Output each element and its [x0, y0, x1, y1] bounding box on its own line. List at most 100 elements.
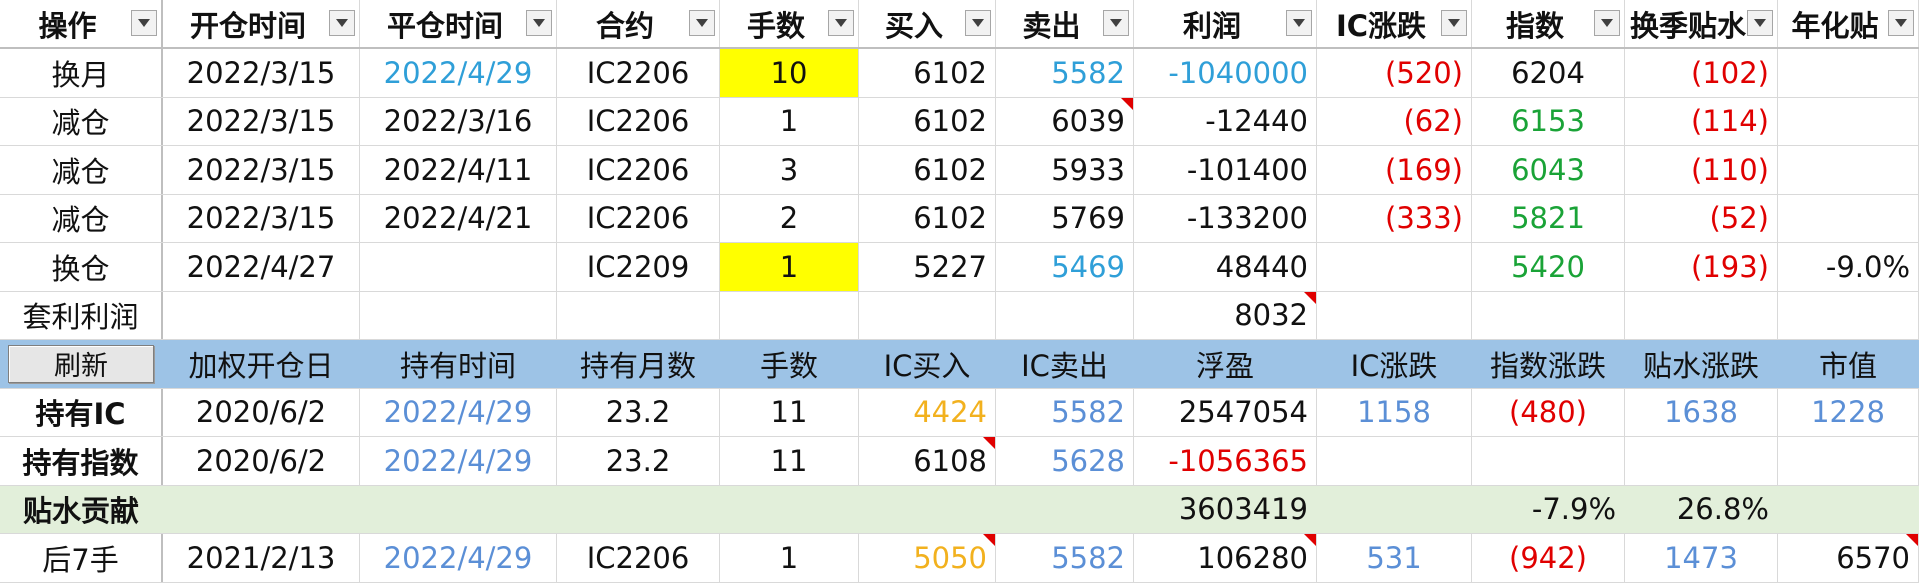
contribution-discount-pct[interactable]: 26.8% — [1625, 485, 1778, 533]
cell-value[interactable]: 1228 — [1778, 388, 1919, 436]
cell-close[interactable]: 2022/4/29 — [360, 534, 557, 582]
cell-profit[interactable]: -133200 — [1134, 194, 1317, 242]
cell-label[interactable]: 后7手 — [0, 534, 163, 582]
refresh-button[interactable]: 刷新 — [8, 344, 154, 383]
comment-indicator-icon[interactable] — [983, 437, 995, 449]
col-header-qty[interactable]: 手数 — [720, 0, 859, 47]
cell-qty[interactable]: 1 — [720, 97, 859, 145]
empty-cell[interactable] — [1317, 485, 1472, 533]
cell-swap-discount[interactable]: (110) — [1625, 146, 1778, 194]
cell-open-time[interactable]: 2022/3/15 — [163, 194, 360, 242]
cell-hold[interactable]: 2022/4/29 — [360, 388, 557, 436]
cell-annual[interactable] — [1778, 194, 1919, 242]
contribution-index-pct[interactable]: -7.9% — [1472, 485, 1625, 533]
cell-ic-change[interactable]: (333) — [1317, 194, 1472, 242]
cell-annual[interactable] — [1778, 97, 1919, 145]
cell-swap-discount[interactable]: (193) — [1625, 243, 1778, 291]
cell-profit[interactable]: 48440 — [1134, 243, 1317, 291]
cell-annual[interactable] — [1778, 49, 1919, 97]
cell-annual[interactable] — [1778, 146, 1919, 194]
cell-contract[interactable]: IC2206 — [557, 534, 720, 582]
filter-dropdown-icon[interactable] — [131, 10, 157, 36]
empty-cell[interactable] — [1778, 485, 1919, 533]
comment-indicator-icon[interactable] — [1121, 97, 1133, 110]
cell-op[interactable]: 减仓 — [0, 97, 163, 145]
cell-buy[interactable]: 4424 — [859, 388, 996, 436]
cell-contract[interactable]: IC2206 — [557, 194, 720, 242]
cell-holding-label[interactable]: 持有IC — [0, 388, 163, 436]
empty-cell[interactable] — [557, 485, 720, 533]
cell-buy[interactable]: 6102 — [859, 49, 996, 97]
cell-profit[interactable]: -101400 — [1134, 146, 1317, 194]
empty-cell[interactable] — [360, 485, 557, 533]
col-header-ic-change[interactable]: IC涨跌 — [1317, 0, 1472, 47]
cell-ic-change[interactable]: (169) — [1317, 146, 1472, 194]
filter-dropdown-icon[interactable] — [1888, 10, 1914, 36]
cell-pnl[interactable]: 2547054 — [1134, 388, 1317, 436]
col-header-op[interactable]: 操作 — [0, 0, 163, 47]
col-header-open-time[interactable]: 开仓时间 — [163, 0, 360, 47]
filter-dropdown-icon[interactable] — [329, 10, 355, 36]
cell-ic-change[interactable]: (520) — [1317, 49, 1472, 97]
cell-sell[interactable]: 5582 — [996, 49, 1134, 97]
cell-buy[interactable]: 5227 — [859, 243, 996, 291]
cell-ic-change[interactable] — [1317, 243, 1472, 291]
col-header-close-time[interactable]: 平仓时间 — [360, 0, 557, 47]
cell-open-time[interactable]: 2022/3/15 — [163, 146, 360, 194]
cell-open[interactable]: 2021/2/13 — [163, 534, 360, 582]
col-header-swap-discount[interactable]: 换季贴水 — [1625, 0, 1778, 47]
comment-indicator-icon[interactable] — [983, 534, 995, 546]
cell-close-time[interactable] — [360, 243, 557, 291]
filter-dropdown-icon[interactable] — [1103, 10, 1129, 36]
cell-index[interactable]: 6204 — [1472, 49, 1625, 97]
cell-discount-change[interactable]: 1638 — [1625, 388, 1778, 436]
cell-contract[interactable]: IC2206 — [557, 146, 720, 194]
cell-ic-change[interactable]: 531 — [1317, 534, 1472, 582]
cell-qty[interactable]: 3 — [720, 146, 859, 194]
cell-pnl[interactable]: -1056365 — [1134, 437, 1317, 485]
filter-dropdown-icon[interactable] — [526, 10, 552, 36]
filter-dropdown-icon[interactable] — [1747, 10, 1773, 36]
filter-dropdown-icon[interactable] — [828, 10, 854, 36]
col-header-profit[interactable]: 利润 — [1134, 0, 1317, 47]
cell-swap-discount[interactable]: (114) — [1625, 97, 1778, 145]
col-header-index[interactable]: 指数 — [1472, 0, 1625, 47]
cell-close-time[interactable]: 2022/3/16 — [360, 97, 557, 145]
cell-op[interactable]: 换月 — [0, 49, 163, 97]
empty-cell[interactable] — [163, 291, 360, 339]
cell-qty[interactable]: 1 — [720, 534, 859, 582]
cell-profit[interactable]: 106280 — [1134, 534, 1317, 582]
cell-index[interactable]: 6043 — [1472, 146, 1625, 194]
cell-qty[interactable]: 10 — [720, 49, 859, 97]
empty-cell[interactable] — [996, 291, 1134, 339]
cell-op[interactable]: 减仓 — [0, 194, 163, 242]
cell-index[interactable]: 6153 — [1472, 97, 1625, 145]
cell-sell[interactable]: 5628 — [996, 437, 1134, 485]
col-header-sell[interactable]: 卖出 — [996, 0, 1134, 47]
empty-cell[interactable] — [1778, 291, 1919, 339]
comment-indicator-icon[interactable] — [1304, 534, 1316, 546]
cell-sell[interactable]: 5582 — [996, 388, 1134, 436]
cell-close-time[interactable]: 2022/4/11 — [360, 146, 557, 194]
cell-close-time[interactable]: 2022/4/21 — [360, 194, 557, 242]
filter-dropdown-icon[interactable] — [689, 10, 715, 36]
cell-sell[interactable]: 6039 — [996, 97, 1134, 145]
cell-open[interactable]: 2020/6/2 — [163, 388, 360, 436]
empty-cell[interactable] — [859, 291, 996, 339]
cell-contract[interactable]: IC2209 — [557, 243, 720, 291]
cell-sell[interactable]: 5469 — [996, 243, 1134, 291]
cell-annual[interactable]: -9.0% — [1778, 243, 1919, 291]
cell-sell[interactable]: 5933 — [996, 146, 1134, 194]
empty-cell[interactable] — [1472, 291, 1625, 339]
contribution-label[interactable]: 贴水贡献 — [0, 485, 163, 533]
cell-buy[interactable]: 5050 — [859, 534, 996, 582]
cell-index[interactable]: 5420 — [1472, 243, 1625, 291]
cell-months[interactable]: 23.2 — [557, 388, 720, 436]
cell-index[interactable]: 5821 — [1472, 194, 1625, 242]
cell-op[interactable]: 减仓 — [0, 146, 163, 194]
cell-swap-discount[interactable]: (102) — [1625, 49, 1778, 97]
cell-qty[interactable]: 1 — [720, 243, 859, 291]
cell-buy[interactable]: 6102 — [859, 146, 996, 194]
empty-cell[interactable] — [557, 291, 720, 339]
cell-buy[interactable]: 6102 — [859, 194, 996, 242]
